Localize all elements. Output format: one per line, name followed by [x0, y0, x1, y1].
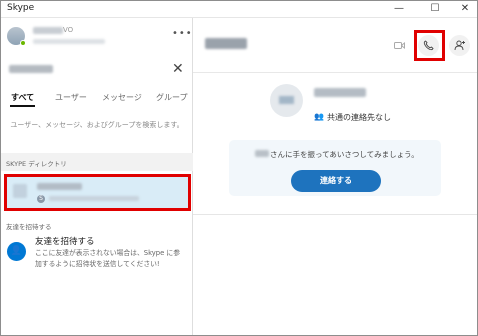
profile-row[interactable]: VO •••: [1, 18, 193, 54]
contact-name-redacted: [314, 88, 366, 97]
search-hint: ユーザー、メッセージ、およびグループを検索します。: [10, 121, 184, 129]
conversation-header: [193, 18, 477, 73]
tab-groups[interactable]: グループ: [156, 92, 188, 103]
connect-button[interactable]: 連絡する: [291, 170, 381, 192]
avatar: [13, 184, 27, 198]
invite-section-header: 友達を招待する: [6, 223, 52, 231]
minimize-button[interactable]: —: [384, 1, 414, 17]
add-person-icon: [454, 40, 465, 51]
title-bar: Skype — ☐ ✕: [1, 1, 477, 18]
invite-description: ここに友達が表示されない場合は、Skype に参加するように招待状を送信してくだ…: [35, 249, 181, 268]
directory-result-item[interactable]: S: [4, 174, 191, 211]
search-query-redacted: [9, 65, 53, 73]
video-call-button[interactable]: [389, 35, 410, 56]
tab-all[interactable]: すべて: [11, 92, 34, 103]
contacts-icon: 👥: [314, 112, 324, 121]
add-person-icon[interactable]: 👤: [7, 242, 26, 261]
active-tab-indicator: [10, 105, 35, 107]
skype-badge-icon: S: [37, 195, 45, 203]
directory-header-label: SKYPE ディレクトリ: [6, 160, 67, 168]
invite-friends-link[interactable]: 友達を招待する: [35, 235, 95, 247]
wave-message: さんに手を振ってあいさつしてみましょう。: [270, 150, 419, 159]
avatar[interactable]: [270, 84, 303, 117]
skype-window: Skype — ☐ ✕ VO ••• ✕ すべて ユーザー メッセージ グループ…: [0, 0, 478, 336]
phone-icon: [423, 40, 434, 51]
directory-section-header: SKYPE ディレクトリ: [1, 153, 193, 171]
close-button[interactable]: ✕: [450, 1, 478, 17]
audio-call-button[interactable]: [418, 35, 439, 56]
no-common-contacts-label: 共通の連絡先なし: [327, 113, 391, 122]
clear-search-icon[interactable]: ✕: [172, 61, 184, 77]
directory-name-redacted: [37, 183, 82, 190]
divider: [193, 214, 477, 215]
video-camera-icon: [394, 41, 405, 50]
window-title: Skype: [7, 3, 35, 13]
search-tabs: すべて ユーザー メッセージ グループ: [1, 88, 193, 112]
online-status-dot: [20, 40, 26, 46]
more-options-button[interactable]: •••: [172, 28, 193, 39]
search-input[interactable]: ✕: [1, 54, 193, 84]
sidebar: VO ••• ✕ すべて ユーザー メッセージ グループ ユーザー、メッセージ、…: [1, 18, 193, 335]
directory-id-redacted: [49, 196, 139, 201]
conversation-pane: 👥 共通の連絡先なし さんに手を振ってあいさつしてみましょう。 連絡する: [193, 18, 477, 335]
profile-mood-redacted: [33, 39, 105, 44]
tab-messages[interactable]: メッセージ: [102, 92, 142, 103]
wave-card: さんに手を振ってあいさつしてみましょう。 連絡する: [229, 140, 441, 196]
tab-users[interactable]: ユーザー: [55, 92, 87, 103]
profile-name-redacted: [33, 27, 63, 34]
contact-name-redacted: [205, 38, 247, 49]
profile-status-text: VO: [63, 26, 74, 34]
maximize-button[interactable]: ☐: [420, 1, 450, 17]
add-participant-button[interactable]: [449, 35, 470, 56]
wave-name-redacted: [255, 150, 269, 157]
